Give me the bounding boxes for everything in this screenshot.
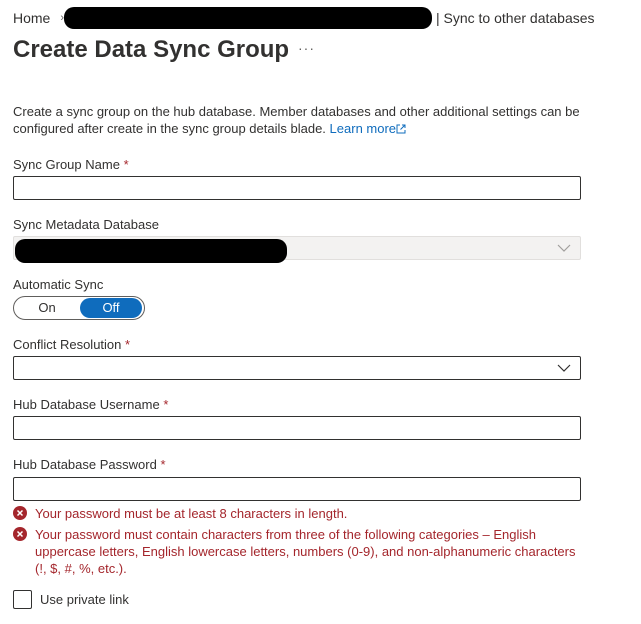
- automatic-sync-on-option[interactable]: On: [16, 297, 78, 319]
- private-link-checkbox[interactable]: [13, 590, 32, 609]
- external-link-icon: [396, 124, 406, 134]
- automatic-sync-label: Automatic Sync: [13, 277, 104, 292]
- password-error-length: Your password must be at least 8 charact…: [13, 505, 588, 522]
- breadcrumb-home-link[interactable]: Home: [13, 10, 50, 26]
- hub-password-input[interactable]: [13, 477, 581, 501]
- hub-username-input[interactable]: [13, 416, 581, 440]
- breadcrumb-current: | Sync to other databases: [436, 10, 595, 26]
- sync-group-name-input[interactable]: [13, 176, 581, 200]
- sync-metadata-database-label: Sync Metadata Database: [13, 217, 159, 232]
- conflict-resolution-label: Conflict Resolution *: [13, 337, 131, 352]
- page-title: Create Data Sync Group: [13, 36, 290, 63]
- automatic-sync-off-option[interactable]: Off: [80, 298, 142, 318]
- sync-group-name-label: Sync Group Name *: [13, 157, 129, 172]
- error-text: Your password must be at least 8 charact…: [35, 506, 348, 521]
- redacted-database-value: [15, 239, 287, 263]
- learn-more-link[interactable]: Learn more: [330, 121, 406, 136]
- redacted-breadcrumb-segment[interactable]: [64, 7, 432, 29]
- automatic-sync-toggle[interactable]: On Off: [13, 296, 145, 320]
- password-error-complexity: Your password must contain characters fr…: [13, 526, 588, 577]
- conflict-resolution-dropdown[interactable]: [13, 356, 581, 380]
- chevron-down-icon: [557, 364, 571, 372]
- description: Create a sync group on the hub database.…: [13, 103, 593, 137]
- private-link-label: Use private link: [40, 592, 129, 607]
- more-options-icon[interactable]: ···: [298, 40, 315, 56]
- error-icon: [13, 506, 27, 520]
- hub-username-label: Hub Database Username *: [13, 397, 169, 412]
- breadcrumb: Home ›: [13, 10, 70, 26]
- description-text: Create a sync group on the hub database.…: [13, 104, 580, 136]
- error-text: Your password must contain characters fr…: [35, 527, 576, 576]
- hub-password-label: Hub Database Password *: [13, 457, 166, 472]
- chevron-down-icon: [557, 244, 571, 252]
- error-icon: [13, 527, 27, 541]
